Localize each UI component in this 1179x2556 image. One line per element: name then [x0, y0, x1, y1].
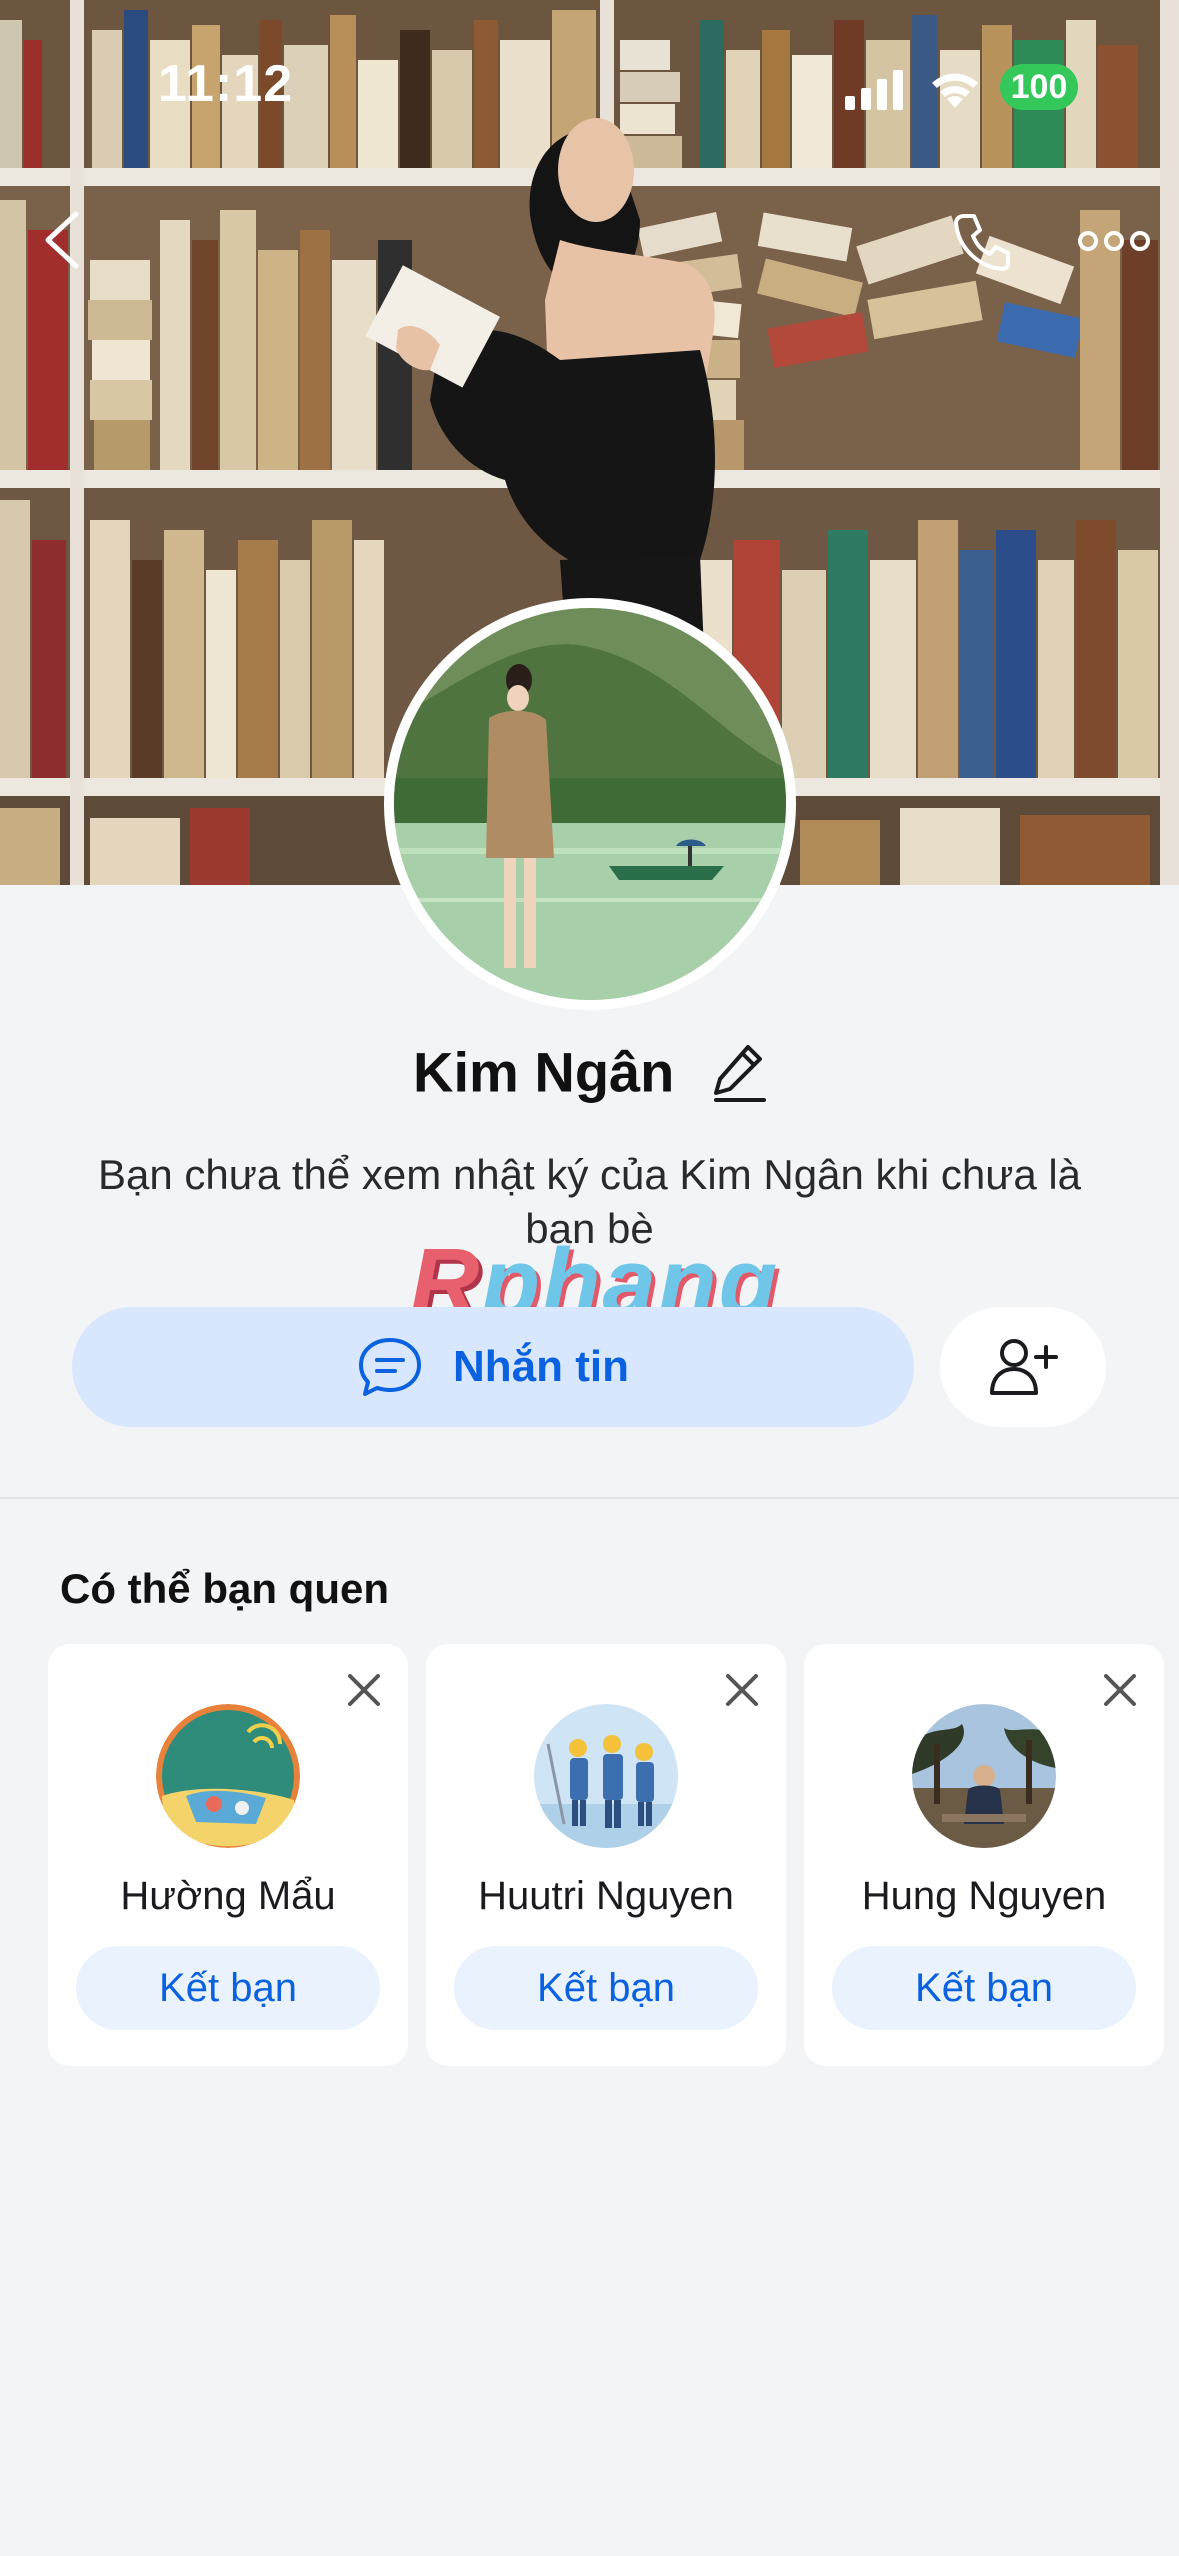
status-bar: 11:12 100 [0, 0, 1179, 170]
avatar[interactable] [156, 1704, 300, 1848]
avatar[interactable] [912, 1704, 1056, 1848]
close-icon[interactable] [346, 1672, 382, 1708]
avatar-image [156, 1704, 300, 1848]
suggestion-name: Hung Nguyen [861, 1874, 1107, 1918]
section-divider [0, 1497, 1179, 1499]
chat-bubble-icon [359, 1338, 421, 1396]
suggestion-card[interactable]: Hung Nguyen Kết bạn [804, 1644, 1164, 2066]
profile-name: Kim Ngân [413, 1040, 675, 1104]
avatar-image [912, 1704, 1056, 1848]
message-button-label: Nhắn tin [453, 1342, 629, 1391]
avatar-image [534, 1704, 678, 1848]
suggestion-card[interactable]: Hường Mẩu Kết bạn [48, 1644, 408, 2066]
add-friend-button[interactable]: Kết bạn [76, 1946, 380, 2030]
suggestions-title: Có thể bạn quen [60, 1565, 389, 1612]
signal-icon [845, 70, 903, 110]
more-dots-icon[interactable] [1078, 226, 1150, 256]
profile-avatar[interactable] [384, 598, 796, 1010]
status-time: 11:12 [158, 55, 294, 113]
message-button[interactable]: Nhắn tin [72, 1307, 914, 1427]
close-icon[interactable] [724, 1672, 760, 1708]
suggestion-card[interactable]: Huutri Nguyen Kết bạn [426, 1644, 786, 2066]
pencil-icon[interactable] [712, 1041, 766, 1103]
add-friend-button[interactable] [940, 1307, 1106, 1427]
avatar-image [394, 608, 786, 1000]
add-friend-button[interactable]: Kết bạn [832, 1946, 1136, 2030]
suggestion-name: Hường Mẩu [120, 1874, 336, 1918]
profile-name-row: Kim Ngân [0, 1035, 1179, 1105]
chevron-left-icon[interactable] [40, 210, 84, 270]
battery-indicator: 100 [1000, 64, 1078, 110]
close-icon[interactable] [1102, 1672, 1138, 1708]
wifi-icon [932, 73, 978, 108]
add-friend-button[interactable]: Kết bạn [454, 1946, 758, 2030]
suggestion-name: Huutri Nguyen [478, 1874, 734, 1918]
person-add-icon [990, 1339, 1058, 1395]
avatar[interactable] [534, 1704, 678, 1848]
phone-icon[interactable] [950, 210, 1014, 274]
